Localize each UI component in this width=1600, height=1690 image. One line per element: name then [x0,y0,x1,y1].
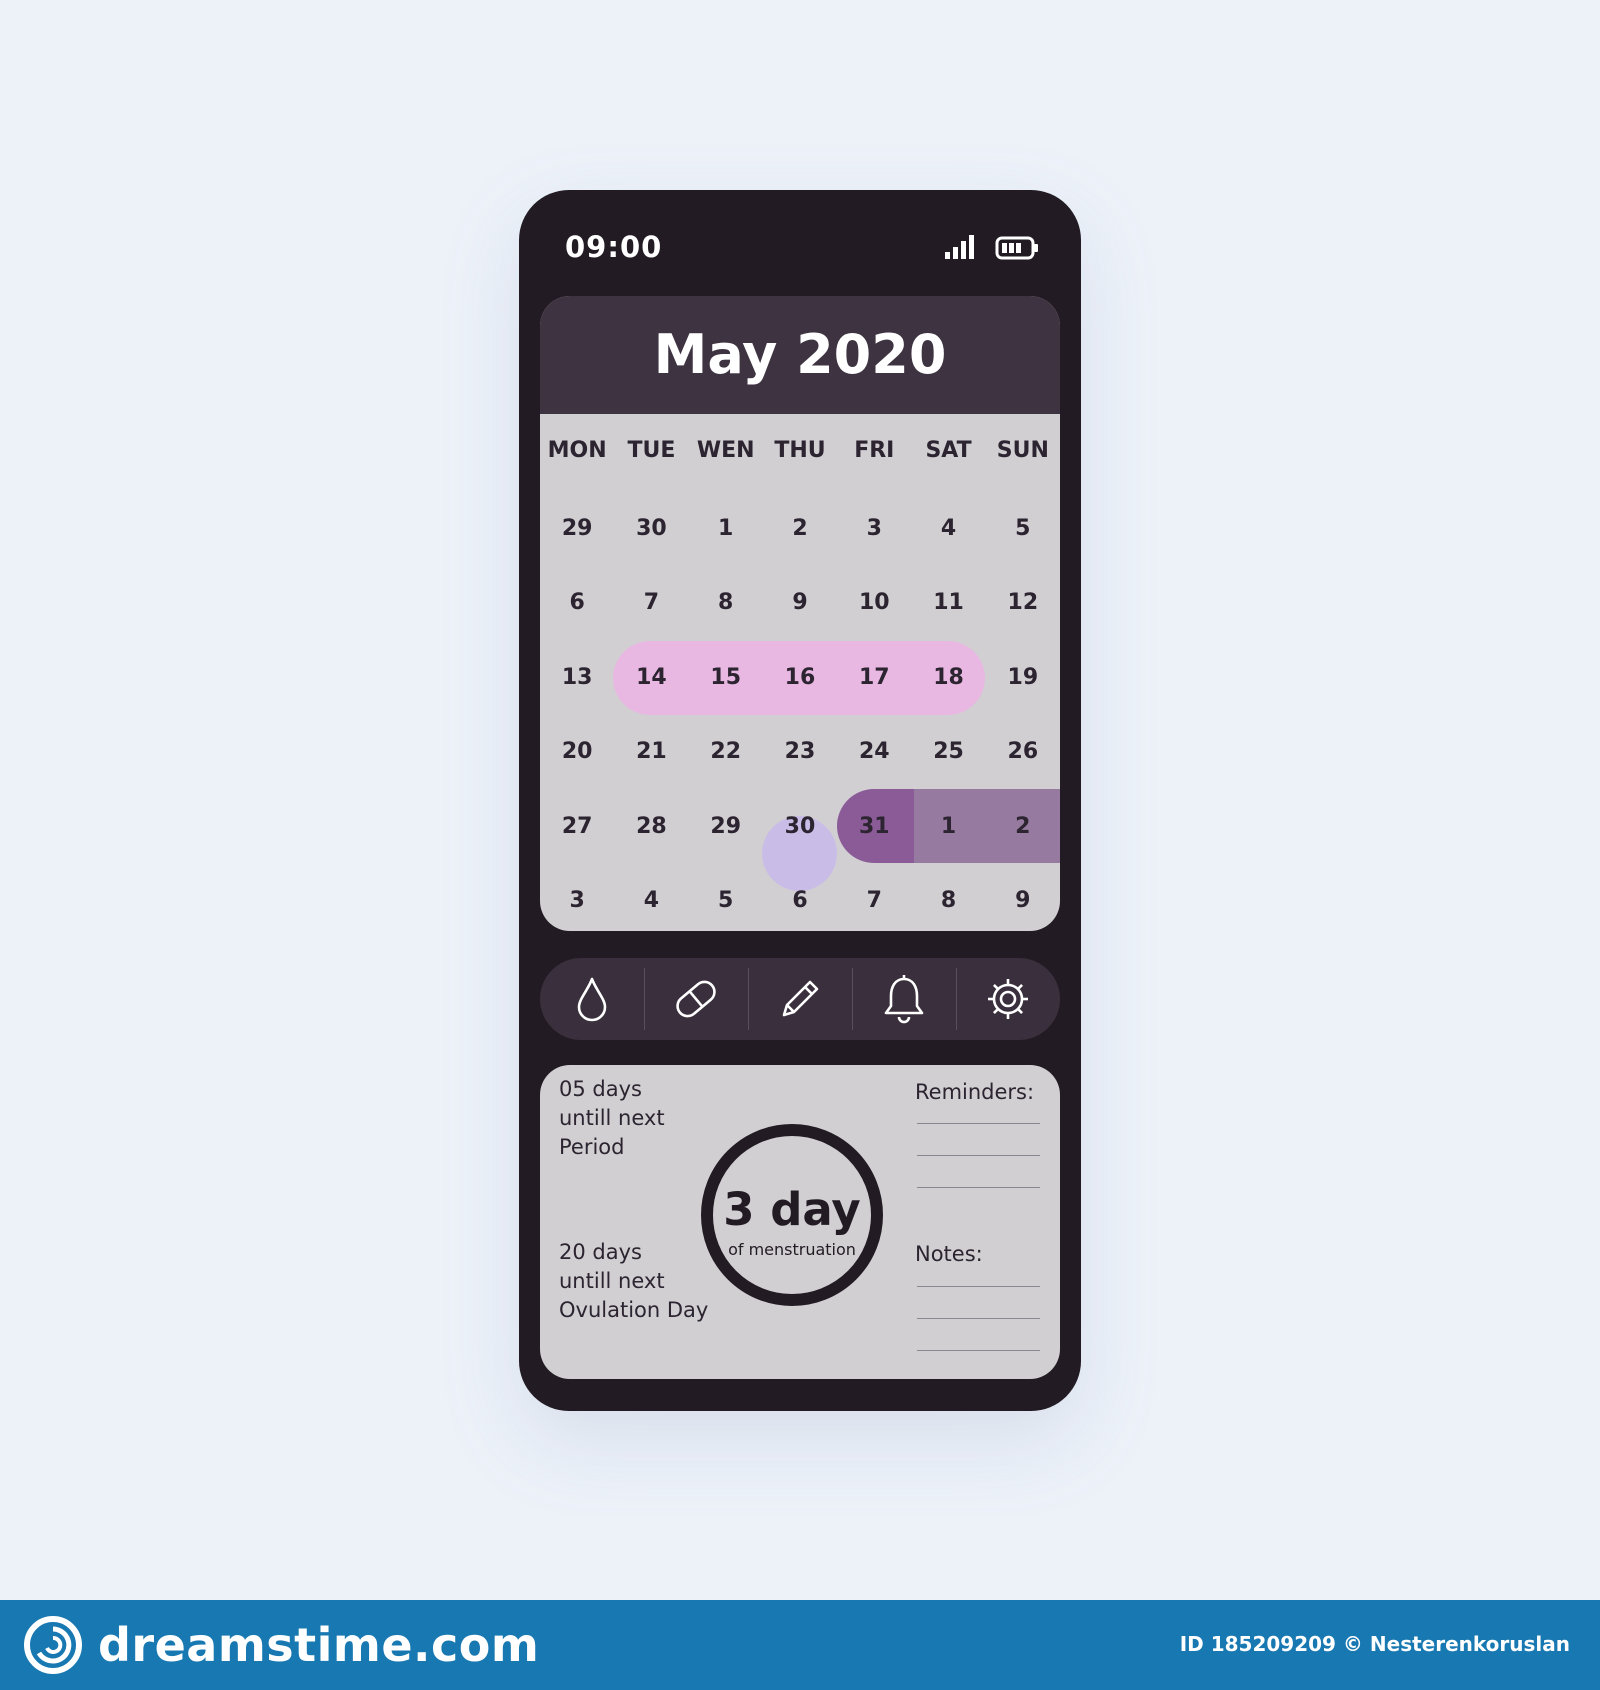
next-period-countdown: 05 days untill next Period [559,1075,665,1162]
weekday-label: SUN [996,438,1049,463]
month-title[interactable]: May 2020 [540,296,1060,414]
brand-name: dreamstime.com [98,1618,540,1672]
calendar-day[interactable]: 11 [911,566,985,640]
image-credit: ID 185209209 © Nesterenkoruslan [1179,1632,1570,1656]
calendar-week: 29 30 1 2 3 4 5 [540,492,1060,566]
calendar-day[interactable]: 2 [763,492,837,566]
weekday-label: MON [547,438,607,463]
countdown-text: untill next [559,1269,665,1293]
reminder-line[interactable] [917,1123,1040,1124]
gear-icon [988,979,1028,1019]
pill-icon [676,980,716,1018]
calendar-day[interactable]: 9 [986,864,1060,931]
calendar-day[interactable]: 24 [837,715,911,789]
calendar-day[interactable]: 7 [837,864,911,931]
calendar-day[interactable]: 18 [911,641,985,715]
calendar-week: 6 7 8 9 10 11 12 [540,566,1060,640]
calendar-card: May 2020 MON TUE WEN THU FRI SAT SUN 29 … [540,296,1060,931]
calendar-day[interactable]: 30 [614,492,688,566]
weekday-label: THU [774,438,826,463]
reminder-line[interactable] [917,1155,1040,1156]
calendar-day[interactable]: 31 [837,790,911,864]
countdown-days: 05 days [559,1077,642,1101]
calendar-day[interactable]: 4 [911,492,985,566]
status-bar: 09:00 [519,190,1081,290]
countdown-event: Period [559,1135,625,1159]
calendar-day[interactable]: 25 [911,715,985,789]
calendar-day[interactable]: 20 [540,715,614,789]
notes-edit-button[interactable] [748,958,852,1040]
calendar-day[interactable]: 12 [986,566,1060,640]
countdown-days: 20 days [559,1240,642,1264]
bell-icon [884,975,924,1024]
countdown-text: untill next [559,1106,665,1130]
calendar-day[interactable]: 1 [911,790,985,864]
calendar-week: 20 21 22 23 24 25 26 [540,715,1060,789]
calendar-day[interactable]: 5 [986,492,1060,566]
weekday-label: SAT [925,438,972,463]
calendar-day[interactable]: 26 [986,715,1060,789]
calendar-day[interactable]: 15 [689,641,763,715]
notes-label: Notes: [915,1242,983,1266]
reminder-line[interactable] [917,1187,1040,1188]
calendar-day-today[interactable]: 23 [763,715,837,789]
phone-screen: 09:00 May 2020 MON TUE WEN THU FRI SAT S… [519,190,1081,1411]
note-line[interactable] [917,1286,1040,1287]
calendar-day[interactable]: 29 [689,790,763,864]
note-line[interactable] [917,1318,1040,1319]
reminders-button[interactable] [852,958,956,1040]
calendar-day[interactable]: 3 [540,864,614,931]
calendar-day[interactable]: 29 [540,492,614,566]
calendar-day[interactable]: 8 [689,566,763,640]
calendar-day[interactable]: 8 [911,864,985,931]
calendar-week: 13 14 15 16 17 18 19 [540,641,1060,715]
weekday-label: TUE [627,438,676,463]
countdown-event: Ovulation Day [559,1298,709,1322]
bottom-toolbar [540,958,1060,1040]
weekday-label: FRI [854,438,895,463]
calendar-day[interactable]: 19 [986,641,1060,715]
dreamstime-logo-icon [24,1616,82,1674]
reminders-label: Reminders: [915,1080,1035,1104]
menstruation-day-ring: 3 day of menstruation [701,1124,883,1306]
cycle-info-card: 05 days untill next Period 20 days until… [540,1065,1060,1379]
calendar-grid: 29 30 1 2 3 4 5 6 7 8 9 10 11 12 13 14 1… [540,492,1060,931]
calendar-day[interactable]: 6 [540,566,614,640]
next-ovulation-countdown: 20 days untill next Ovulation Day [559,1238,708,1325]
calendar-day[interactable]: 9 [763,566,837,640]
weekday-header: MON TUE WEN THU FRI SAT SUN [540,414,1060,488]
calendar-day[interactable]: 6 [763,864,837,931]
clock: 09:00 [565,230,663,264]
signal-icon [945,235,974,259]
calendar-day[interactable]: 4 [614,864,688,931]
pencil-icon [782,980,819,1017]
medication-button[interactable] [644,958,748,1040]
weekday-label: WEN [696,438,755,463]
calendar-day[interactable]: 16 [763,641,837,715]
calendar-day[interactable]: 22 [689,715,763,789]
calendar-day[interactable]: 28 [614,790,688,864]
battery-icon [995,236,1038,260]
current-day-value: 3 day [723,1183,861,1236]
calendar-day[interactable]: 1 [689,492,763,566]
watermark-footer: dreamstime.com ID 185209209 © Nesterenko… [0,1600,1600,1690]
calendar-day[interactable]: 2 [986,790,1060,864]
period-log-button[interactable] [540,958,644,1040]
calendar-day[interactable]: 30 [763,790,837,864]
calendar-day[interactable]: 5 [689,864,763,931]
calendar-day[interactable]: 10 [837,566,911,640]
calendar-day[interactable]: 27 [540,790,614,864]
calendar-week: 3 4 5 6 7 8 9 [540,864,1060,931]
calendar-day[interactable]: 17 [837,641,911,715]
calendar-week: 27 28 29 30 31 1 2 [540,790,1060,864]
note-line[interactable] [917,1350,1040,1351]
calendar-day[interactable]: 7 [614,566,688,640]
calendar-day[interactable]: 3 [837,492,911,566]
settings-button[interactable] [956,958,1060,1040]
current-day-caption: of menstruation [728,1240,856,1259]
calendar-day[interactable]: 14 [614,641,688,715]
drop-icon [577,977,607,1022]
calendar-day[interactable]: 13 [540,641,614,715]
calendar-day[interactable]: 21 [614,715,688,789]
